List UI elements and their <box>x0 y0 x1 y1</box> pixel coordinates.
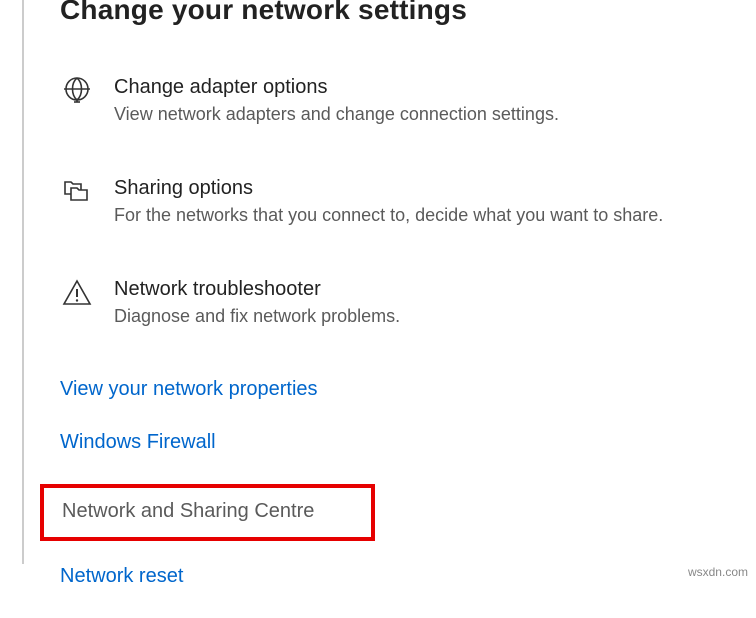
network-reset-link[interactable]: Network reset <box>60 565 183 588</box>
option-desc: View network adapters and change connect… <box>114 102 559 127</box>
warning-icon <box>60 276 94 310</box>
watermark: wsxdn.com <box>688 565 748 579</box>
option-desc: For the networks that you connect to, de… <box>114 203 663 228</box>
links-section: View your network properties Windows Fir… <box>60 378 756 618</box>
option-title: Change adapter options <box>114 74 559 100</box>
globe-icon <box>60 74 94 108</box>
option-desc: Diagnose and fix network problems. <box>114 304 400 329</box>
windows-firewall-link[interactable]: Windows Firewall <box>60 431 216 454</box>
sharing-options[interactable]: Sharing options For the networks that yo… <box>60 175 756 228</box>
option-title: Network troubleshooter <box>114 276 400 302</box>
option-text: Change adapter options View network adap… <box>114 74 559 127</box>
change-adapter-options[interactable]: Change adapter options View network adap… <box>60 74 756 127</box>
section-title: Change your network settings <box>60 0 756 26</box>
network-sharing-centre-link[interactable]: Network and Sharing Centre <box>62 500 314 523</box>
option-title: Sharing options <box>114 175 663 201</box>
highlight-box: Network and Sharing Centre <box>40 484 375 541</box>
option-text: Sharing options For the networks that yo… <box>114 175 663 228</box>
view-network-properties-link[interactable]: View your network properties <box>60 378 318 401</box>
folders-icon <box>60 175 94 209</box>
option-text: Network troubleshooter Diagnose and fix … <box>114 276 400 329</box>
left-border <box>22 0 24 564</box>
settings-content: Change your network settings Change adap… <box>0 0 756 618</box>
network-troubleshooter[interactable]: Network troubleshooter Diagnose and fix … <box>60 276 756 329</box>
